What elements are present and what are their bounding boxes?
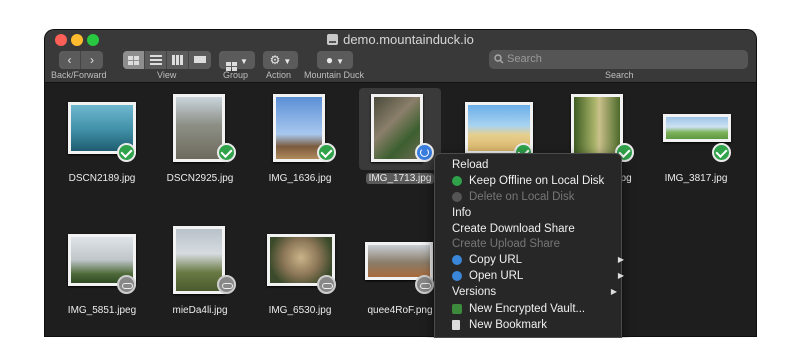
- network-drive-icon: [327, 34, 339, 45]
- menu-item-open-url[interactable]: Open URL ▶: [452, 268, 624, 284]
- cloud-icon: [117, 275, 136, 294]
- globe-icon: [452, 271, 462, 281]
- sync-icon: [415, 143, 434, 162]
- group-button[interactable]: ▼: [219, 51, 255, 71]
- globe-icon: [452, 255, 462, 265]
- back-forward-label: Back/Forward: [51, 70, 107, 80]
- search-field[interactable]: Search: [489, 50, 748, 69]
- back-forward-control[interactable]: ‹ ›: [59, 51, 103, 69]
- context-menu: Reload Keep Offline on Local Disk Delete…: [434, 153, 624, 338]
- menu-item-create-upload-share: Create Upload Share: [452, 238, 561, 250]
- menu-item-versions[interactable]: Versions ▶: [452, 284, 620, 300]
- grid-icon: [128, 55, 139, 65]
- chevron-down-icon: ▼: [336, 57, 345, 66]
- cloud-icon: [415, 275, 434, 294]
- menu-item-keep-offline[interactable]: Keep Offline on Local Disk: [452, 173, 604, 189]
- vault-icon: [452, 304, 462, 314]
- chevron-right-icon: ›: [90, 53, 94, 67]
- icon-view-button[interactable]: [123, 51, 145, 69]
- toolbar: demo.mountainduck.io ‹ › Back/Forward Vi…: [45, 30, 756, 83]
- duck-icon: ●: [325, 53, 334, 67]
- action-label: Action: [266, 70, 292, 80]
- view-label: View: [157, 70, 177, 80]
- chevron-down-icon: ▼: [240, 57, 248, 66]
- offline-check-icon: [217, 143, 236, 162]
- menu-item-create-download-share[interactable]: Create Download Share: [452, 221, 575, 237]
- back-button[interactable]: ‹: [59, 51, 81, 69]
- file-name: IMG_5851.jpeg: [67, 305, 137, 316]
- menu-item-new-bookmark[interactable]: New Bookmark: [452, 317, 547, 333]
- group-label: Group: [223, 70, 249, 80]
- column-view-button[interactable]: [167, 51, 189, 69]
- chevron-left-icon: ‹: [67, 53, 72, 67]
- file-name: DSCN2189.jpg: [68, 173, 136, 184]
- gray-circle-icon: [452, 192, 462, 202]
- mountain-duck-button[interactable]: ● ▼: [317, 51, 353, 69]
- file-name: IMG_6530.jpg: [268, 305, 332, 316]
- offline-check-icon: [712, 143, 731, 162]
- list-view-button[interactable]: [145, 51, 167, 69]
- window-title: demo.mountainduck.io: [45, 32, 756, 47]
- cloud-icon: [317, 275, 336, 294]
- green-check-icon: [452, 176, 462, 186]
- list-icon: [149, 53, 162, 67]
- chevron-down-icon: ▼: [283, 57, 292, 66]
- gallery-view-button[interactable]: [189, 51, 211, 69]
- menu-item-copy-url[interactable]: Copy URL ▶: [452, 252, 624, 268]
- forward-button[interactable]: ›: [81, 51, 103, 69]
- file-name: IMG_3817.jpg: [664, 173, 728, 184]
- search-label: Search: [605, 70, 634, 80]
- file-name: DSCN2925.jpg: [166, 173, 234, 184]
- submenu-arrow-icon: ▶: [617, 255, 624, 264]
- file-thumbnail: [663, 114, 731, 142]
- view-control[interactable]: [123, 51, 211, 69]
- file-name: IMG_1636.jpg: [268, 173, 332, 184]
- menu-item-new-encrypted-vault[interactable]: New Encrypted Vault...: [452, 301, 585, 317]
- submenu-arrow-icon: ▶: [617, 271, 624, 280]
- search-icon: [494, 54, 504, 64]
- menu-item-info[interactable]: Info: [452, 205, 471, 221]
- submenu-arrow-icon: ▶: [610, 287, 617, 296]
- bookmark-icon: [452, 320, 460, 330]
- columns-icon: [172, 55, 183, 65]
- gear-icon: ⚙: [269, 53, 281, 67]
- file-name: mieDa4li.jpg: [172, 305, 228, 316]
- menu-item-reload[interactable]: Reload: [452, 157, 488, 173]
- offline-check-icon: [117, 143, 136, 162]
- offline-check-icon: [317, 143, 336, 162]
- cloud-icon: [217, 275, 236, 294]
- finder-window: demo.mountainduck.io ‹ › Back/Forward Vi…: [45, 30, 756, 336]
- gallery-icon: [194, 55, 206, 65]
- action-button[interactable]: ⚙ ▼: [263, 51, 298, 69]
- menu-item-delete-local: Delete on Local Disk: [452, 189, 574, 205]
- mountain-duck-label: Mountain Duck: [304, 70, 365, 80]
- search-placeholder: Search: [507, 53, 542, 65]
